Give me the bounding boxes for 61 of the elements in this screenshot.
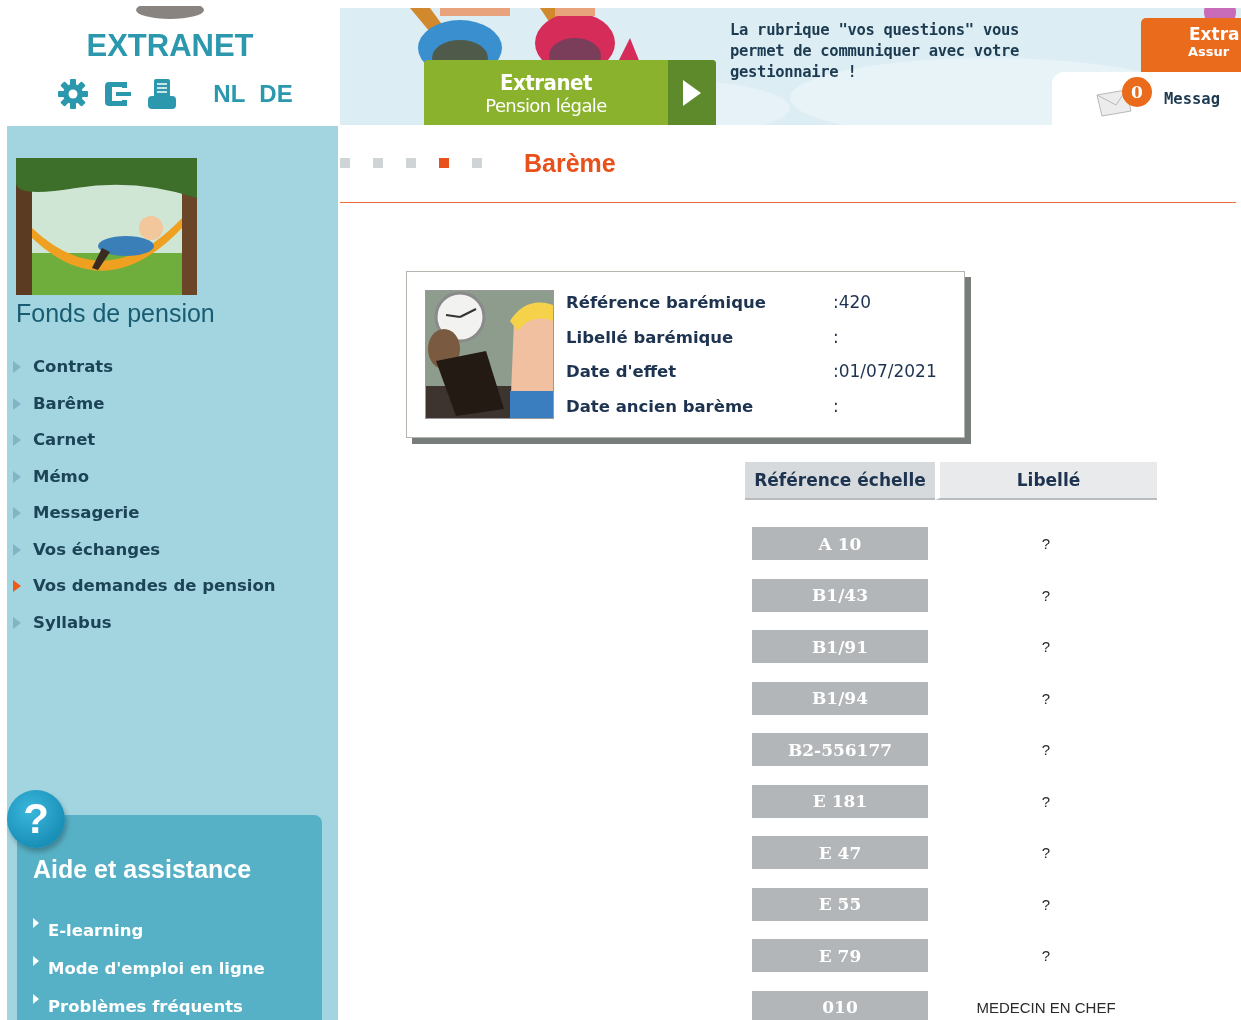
message-count: 0 [1122,76,1152,107]
table-cell: ? [1041,535,1051,553]
scale-button[interactable]: B2-556177 [752,733,928,767]
language-link[interactable]: NL [213,80,246,108]
arrow-icon [33,994,39,1004]
page-title: Barème [524,149,616,178]
sidebar-title: Fonds de pension [16,299,215,328]
table-cell: ? [1041,586,1051,604]
column-header: Référence échelle [745,462,935,500]
scale-button[interactable]: E 79 [752,939,928,973]
table-cell: ? [1041,689,1051,707]
help-link[interactable]: Mode d'emploi en ligne [48,958,265,980]
sidebar-item[interactable]: Mémo [33,463,90,490]
table-cell: ? [1041,638,1051,656]
language-link[interactable]: DE [259,80,293,108]
scale-button[interactable]: E 55 [752,887,928,921]
table-cell: MEDECIN EN CHEF [976,998,1116,1016]
help-icon[interactable]: ? [7,790,65,848]
help-link[interactable]: Problèmes fréquents [48,996,243,1018]
sidebar-item[interactable]: Vos demandes de pension [33,573,276,600]
field-value: : [833,394,840,418]
table-cell: ? [1041,844,1051,862]
sidebar-item[interactable]: Barême [33,390,105,417]
sidebar-item[interactable]: Contrats [33,354,114,381]
printer-icon[interactable] [147,78,178,110]
scale-button[interactable]: B1/43 [752,578,928,612]
sidebar-item[interactable]: Messagerie [33,500,140,527]
arrow-icon [33,918,39,928]
help-title: Aide et assistance [33,855,252,884]
table-cell: ? [1041,741,1051,759]
scale-button[interactable]: B1/91 [752,630,928,664]
product-button[interactable]: Extranet Pension légale [424,60,716,125]
exit-icon[interactable] [103,80,134,108]
field-label: Date ancien barème [566,395,755,418]
sidebar-item[interactable]: Syllabus [33,609,112,636]
field-label: Référence barémique [566,292,767,314]
logo-title: EXTRANET [86,28,254,64]
table-cell: ? [1041,947,1051,965]
notice-text: La rubrique "vos questions" vous permet de communiquer avec votre gestionnaire ! [730,20,1021,83]
extranet-button[interactable]: Extra Assur [1141,18,1241,72]
arrow-icon [33,956,39,966]
field-value: : [833,325,840,349]
table-cell: ? [1041,895,1051,913]
sidebar-item[interactable]: Vos échanges [33,536,161,563]
play-icon [683,79,701,106]
logo-icon [135,6,205,20]
field-value: :420 [833,291,873,314]
scale-button[interactable]: 010 [752,990,928,1020]
field-label: Date d'effet [566,361,678,383]
scale-button[interactable]: A 10 [752,527,928,561]
table-cell: ? [1041,792,1051,810]
settings-icon[interactable] [57,78,90,110]
scale-button[interactable]: E 181 [752,784,928,818]
messages-link[interactable]: Messag [1164,89,1220,108]
help-link[interactable]: E-learning [48,920,144,942]
column-header: Libellé [935,462,1157,500]
field-label: Libellé barémique [566,326,735,349]
scale-button[interactable]: B1/94 [752,681,928,715]
field-value: :01/07/2021 [833,360,937,383]
sidebar-item[interactable]: Carnet [33,427,96,454]
scale-button[interactable]: E 47 [752,836,928,870]
